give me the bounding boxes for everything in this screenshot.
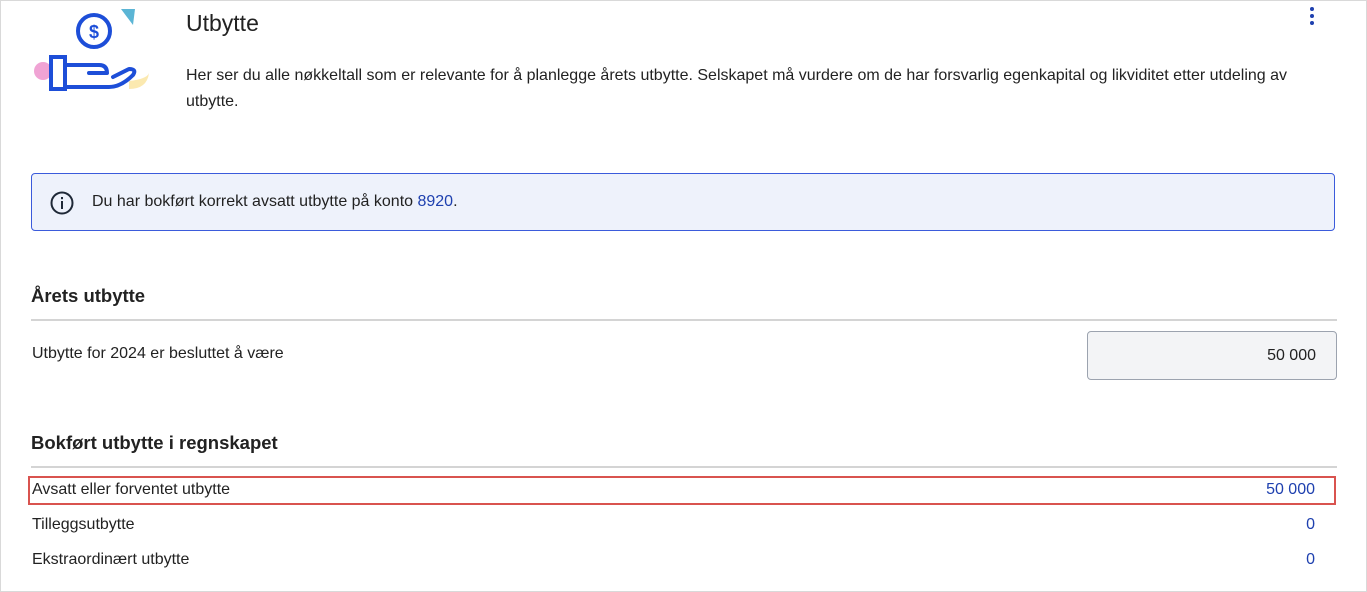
divider (31, 319, 1337, 321)
section-heading-arets-utbytte: Årets utbytte (31, 285, 146, 306)
info-text-after: . (453, 193, 458, 210)
row-value-tilleggsutbytte-link[interactable]: 0 (1306, 516, 1315, 534)
info-text-before: Du har bokført korrekt avsatt utbytte på… (92, 193, 418, 210)
svg-text:$: $ (89, 22, 99, 42)
dividend-card: $ Utbytte Her ser du alle nøkkeltall som… (0, 0, 1367, 592)
info-banner-text: Du har bokført korrekt avsatt utbytte på… (92, 193, 458, 211)
row-label-ekstraordinaert: Ekstraordinært utbytte (32, 551, 190, 568)
page-description: Her ser du alle nøkkeltall som er releva… (186, 67, 1288, 110)
dividend-decided-label: Utbytte for 2024 er besluttet å være (32, 345, 284, 362)
row-value-avsatt-link[interactable]: 50 000 (1266, 481, 1315, 499)
info-banner: Du har bokført korrekt avsatt utbytte på… (31, 173, 1335, 231)
page-title: Utbytte (186, 10, 259, 36)
dividend-amount-input[interactable] (1087, 331, 1337, 380)
row-label-avsatt: Avsatt eller forventet utbytte (32, 481, 231, 498)
hand-holding-coin-icon: $ (34, 9, 149, 91)
account-link[interactable]: 8920 (417, 193, 453, 210)
divider (31, 466, 1337, 468)
row-label-tilleggsutbytte: Tilleggsutbytte (32, 516, 135, 533)
row-value-ekstraordinaert-link[interactable]: 0 (1306, 551, 1315, 569)
section-heading-bokfort-utbytte: Bokført utbytte i regnskapet (31, 432, 278, 453)
info-circle-icon (50, 191, 74, 215)
more-vertical-icon[interactable] (1301, 3, 1323, 29)
